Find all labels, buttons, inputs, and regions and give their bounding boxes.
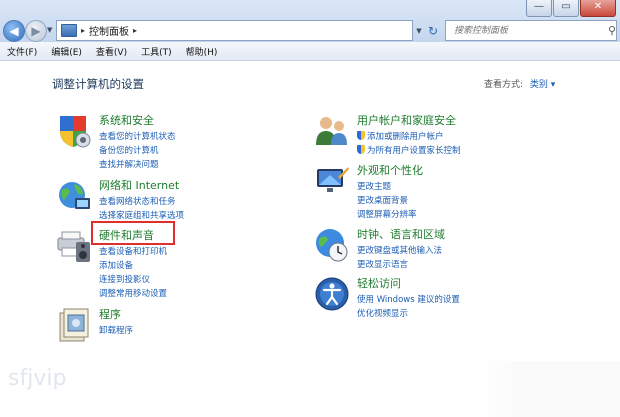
category-title-system-security[interactable]: 系统和安全 — [99, 112, 154, 128]
window-controls: — ▭ ✕ — [526, 0, 616, 18]
system-security-icon[interactable] — [56, 113, 92, 149]
menu-tools[interactable]: 工具(T) — [134, 45, 179, 58]
title-address-bar: — ▭ ✕ ◀ ▶ ▼ ▸ 控制面板 ▸ ▼ ↻ ⚲ — [0, 0, 620, 43]
link-mobility-settings[interactable]: 调整常用移动设置 — [99, 287, 167, 299]
link-add-remove-users[interactable]: 添加或删除用户帐户 — [357, 130, 444, 142]
printer-speaker-icon[interactable] — [56, 228, 92, 264]
back-button[interactable]: ◀ — [3, 20, 25, 42]
link-change-theme[interactable]: 更改主题 — [357, 180, 391, 192]
link-uninstall-program[interactable]: 卸载程序 — [99, 324, 133, 336]
breadcrumb-separator-trailing[interactable]: ▸ — [133, 26, 137, 35]
link-connect-projector[interactable]: 连接到投影仪 — [99, 273, 150, 285]
uac-shield-icon — [357, 145, 365, 154]
link-change-display-language[interactable]: 更改显示语言 — [357, 258, 408, 270]
view-by-dropdown[interactable]: 类别 ▾ — [530, 80, 555, 90]
forward-button[interactable]: ▶ — [25, 20, 47, 42]
view-by-label: 查看方式: — [484, 80, 524, 90]
address-history-dropdown[interactable]: ▼ — [412, 20, 426, 41]
search-icon[interactable]: ⚲ — [608, 24, 616, 37]
menu-edit[interactable]: 编辑(E) — [44, 45, 89, 58]
address-bar[interactable]: ▸ 控制面板 ▸ — [56, 20, 413, 41]
network-globe-icon[interactable] — [56, 178, 92, 214]
category-title-ease-of-access[interactable]: 轻松访问 — [357, 275, 401, 291]
minimize-icon: — — [534, 1, 544, 12]
search-box[interactable]: ⚲ — [445, 20, 617, 41]
refresh-button[interactable]: ↻ — [425, 20, 441, 41]
appearance-monitor-icon[interactable] — [314, 163, 350, 199]
programs-icon[interactable] — [56, 307, 92, 343]
menu-view[interactable]: 查看(V) — [89, 45, 134, 58]
page-title: 调整计算机的设置 — [52, 77, 144, 91]
user-accounts-icon[interactable] — [314, 113, 350, 149]
watermark: sfjvip — [8, 366, 67, 391]
view-by: 查看方式: 类别 ▾ — [484, 77, 555, 90]
link-add-remove-users-label: 添加或删除用户帐户 — [367, 132, 444, 142]
search-input[interactable] — [452, 24, 606, 37]
chevron-down-icon: ▼ — [416, 26, 422, 35]
menu-help[interactable]: 帮助(H) — [179, 45, 225, 58]
uac-shield-icon — [357, 131, 365, 140]
link-backup-computer[interactable]: 备份您的计算机 — [99, 144, 159, 156]
back-arrow-icon: ◀ — [9, 24, 19, 38]
link-parental-controls[interactable]: 为所有用户设置家长控制 — [357, 144, 461, 156]
maximize-button[interactable]: ▭ — [553, 0, 579, 17]
category-title-network-internet[interactable]: 网络和 Internet — [99, 177, 179, 193]
category-title-programs[interactable]: 程序 — [99, 306, 121, 322]
close-icon: ✕ — [593, 1, 603, 12]
link-add-device[interactable]: 添加设备 — [99, 259, 133, 271]
breadcrumb-control-panel[interactable]: 控制面板 — [89, 23, 129, 38]
control-panel-window: — ▭ ✕ ◀ ▶ ▼ ▸ 控制面板 ▸ ▼ ↻ ⚲ 文件(F) 编辑(E) 查… — [0, 0, 620, 417]
content-area: 调整计算机的设置 查看方式: 类别 ▾ 系统和安全 查看您的计算机状态 备份您的… — [0, 61, 620, 417]
highlight-box — [91, 221, 175, 245]
link-network-status[interactable]: 查看网络状态和任务 — [99, 195, 176, 207]
category-title-user-accounts[interactable]: 用户帐户和家庭安全 — [357, 112, 456, 128]
link-view-computer-status[interactable]: 查看您的计算机状态 — [99, 130, 176, 142]
link-optimize-visual-display[interactable]: 优化视频显示 — [357, 307, 408, 319]
minimize-button[interactable]: — — [526, 0, 552, 17]
blur-overlay — [480, 361, 620, 417]
maximize-icon: ▭ — [561, 1, 571, 12]
category-title-clock-language-region[interactable]: 时钟、语言和区域 — [357, 226, 445, 242]
ease-of-access-icon[interactable] — [314, 276, 350, 312]
clock-globe-icon[interactable] — [314, 227, 350, 263]
forward-arrow-icon: ▶ — [31, 24, 41, 38]
link-recommended-settings[interactable]: 使用 Windows 建议的设置 — [357, 293, 460, 305]
link-devices-printers[interactable]: 查看设备和打印机 — [99, 245, 167, 257]
chevron-down-icon: ▼ — [47, 26, 53, 34]
recent-pages-dropdown[interactable]: ▼ — [47, 26, 52, 34]
close-button[interactable]: ✕ — [580, 0, 616, 17]
link-desktop-background[interactable]: 更改桌面背景 — [357, 194, 408, 206]
menu-bar: 文件(F) 编辑(E) 查看(V) 工具(T) 帮助(H) — [0, 42, 620, 61]
link-troubleshoot[interactable]: 查找并解决问题 — [99, 158, 159, 170]
menu-file[interactable]: 文件(F) — [0, 45, 44, 58]
refresh-icon: ↻ — [427, 23, 439, 38]
category-title-appearance[interactable]: 外观和个性化 — [357, 162, 423, 178]
control-panel-icon — [61, 24, 77, 37]
link-parental-controls-label: 为所有用户设置家长控制 — [367, 146, 461, 156]
link-screen-resolution[interactable]: 调整屏幕分辨率 — [357, 208, 417, 220]
link-change-keyboard[interactable]: 更改键盘或其他输入法 — [357, 244, 442, 256]
breadcrumb-separator[interactable]: ▸ — [81, 26, 85, 35]
link-homegroup-sharing[interactable]: 选择家庭组和共享选项 — [99, 209, 184, 221]
